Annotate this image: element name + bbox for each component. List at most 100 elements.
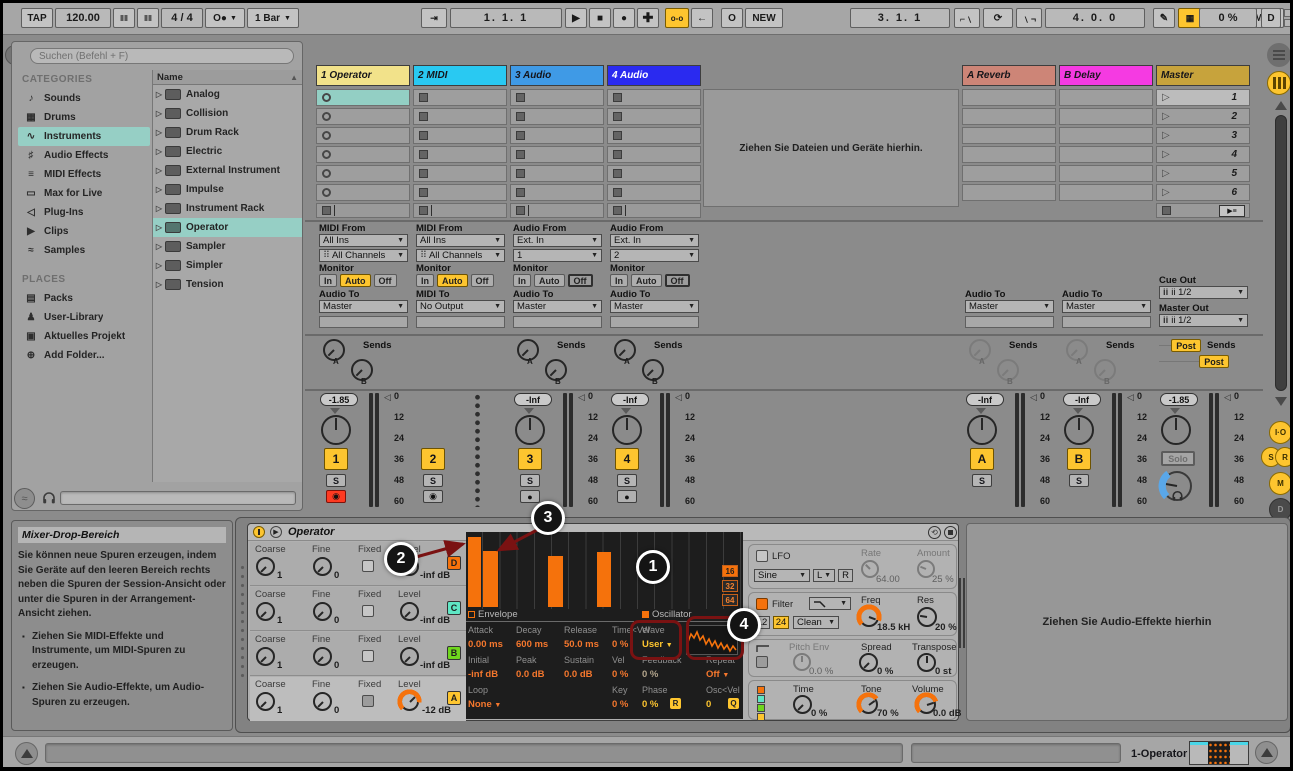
punch-in-button[interactable]: ⌐﹨ [954, 8, 980, 28]
monitor-switch[interactable]: InAutoOff [513, 274, 593, 287]
sidebar-category[interactable]: ∿Instruments [18, 127, 150, 146]
clip-slot-empty[interactable] [1059, 108, 1153, 125]
loop-menu[interactable]: None ▼ [468, 699, 501, 710]
sidebar-place[interactable]: ▤Packs [18, 289, 150, 308]
attack-field[interactable]: 0.00 ms [468, 639, 503, 650]
browser-item[interactable]: ▷Instrument Rack [153, 199, 302, 218]
partials-16-button[interactable]: 16 [722, 565, 738, 577]
clip-slot[interactable] [607, 89, 701, 106]
input-channel-menu[interactable]: ⠿All Channels▼ [416, 249, 505, 262]
nudge-up-button[interactable]: ‖‖ [137, 8, 159, 28]
return-activator[interactable]: A [970, 448, 994, 470]
monitor-switch[interactable]: InAutoOff [319, 274, 397, 287]
stop-button[interactable]: ■ [589, 8, 611, 28]
coarse-knob[interactable] [256, 692, 275, 711]
track-activator[interactable]: 4 [615, 448, 639, 470]
input-gain-slider[interactable] [1062, 316, 1151, 328]
lfo-dest-menu[interactable]: L▼ [813, 569, 835, 582]
time-signature-field[interactable]: 4 / 4 [161, 8, 203, 28]
osc-d-color-icon[interactable] [757, 686, 765, 694]
loop-length-field[interactable]: 4. 0. 0 [1045, 8, 1145, 28]
feedback-field[interactable]: 0 % [642, 669, 658, 680]
input-type-menu[interactable]: All Ins▼ [319, 234, 408, 247]
tap-tempo-button[interactable]: TAP [21, 8, 53, 28]
clip-stop-icon[interactable] [516, 131, 525, 140]
oscvel-field[interactable]: 0 [706, 699, 711, 710]
device-chain-thumbnail[interactable] [1189, 741, 1249, 765]
device-view-scrollbar[interactable] [959, 578, 965, 648]
partial-bar[interactable] [483, 551, 498, 607]
master-header[interactable]: Master [1156, 65, 1250, 86]
scene-slot[interactable]: ▷4 [1156, 146, 1250, 163]
scrollbar[interactable] [1275, 115, 1287, 391]
filter-type-menu[interactable]: ▼ [809, 597, 851, 610]
clip-slot[interactable] [413, 184, 507, 201]
quantize-button[interactable]: Q [728, 698, 739, 709]
retrigger-button[interactable]: R [670, 698, 681, 709]
show-mixer-toggle[interactable]: M [1269, 472, 1292, 495]
clip-stop-icon[interactable] [516, 150, 525, 159]
track-activator[interactable]: 1 [324, 448, 348, 470]
clip-slot[interactable] [607, 127, 701, 144]
save-preset-icon[interactable] [944, 526, 957, 539]
clip-slot[interactable] [413, 165, 507, 182]
partials-64-button[interactable]: 64 [722, 594, 738, 606]
lfo-checkbox[interactable] [756, 550, 768, 562]
clip-record-icon[interactable] [322, 112, 331, 121]
sidebar-category[interactable]: ◁Plug-Ins [18, 203, 150, 222]
scene-launch-icon[interactable]: ▷ [1162, 131, 1170, 141]
output-menu[interactable]: Master▼ [965, 300, 1054, 313]
master-out-menu[interactable]: iiii 1/2▼ [1159, 314, 1248, 327]
browser-list-header[interactable]: Name ▲ [153, 70, 302, 85]
clip-slot[interactable] [316, 165, 410, 182]
disclosure-triangle-icon[interactable]: ▷ [153, 90, 165, 99]
filter-freq-knob[interactable] [859, 607, 879, 627]
session-record-button[interactable]: o-o [665, 8, 689, 28]
volume-field[interactable]: -1.85 [320, 393, 358, 406]
loop-button[interactable]: ⟳ [983, 8, 1013, 28]
scene-launch-icon[interactable]: ▷ [1162, 150, 1170, 160]
clip-slot[interactable] [413, 108, 507, 125]
new-button[interactable]: NEW [745, 8, 783, 28]
clip-slot-empty[interactable] [962, 108, 1056, 125]
decay-field[interactable]: 600 ms [516, 639, 548, 650]
clip-slot[interactable] [607, 184, 701, 201]
coarse-knob[interactable] [256, 602, 275, 621]
clip-slot-empty[interactable] [962, 184, 1056, 201]
arm-button[interactable]: ◉ [326, 490, 346, 503]
scene-slot[interactable]: ▷5 [1156, 165, 1250, 182]
scene-slot[interactable]: ▷3 [1156, 127, 1250, 144]
clip-record-icon[interactable] [322, 93, 331, 102]
output-menu[interactable]: No Output▼ [416, 300, 505, 313]
key-field[interactable]: 0 % [612, 699, 628, 710]
repeat-menu[interactable]: Off ▼ [706, 669, 729, 680]
clip-slot[interactable] [510, 146, 604, 163]
level-knob[interactable] [400, 692, 419, 711]
filter-slope-24-button[interactable]: 24 [773, 616, 789, 629]
lfo-wave-menu[interactable]: Sine▼ [754, 569, 810, 582]
input-channel-menu[interactable]: ⠿All Channels▼ [319, 249, 408, 262]
track-header-midi[interactable]: 2 MIDI [413, 65, 507, 86]
clip-stop-icon[interactable] [613, 169, 622, 178]
hot-swap-mode-icon[interactable]: ≈ [14, 488, 35, 509]
clip-slot[interactable] [316, 108, 410, 125]
clip-record-icon[interactable] [322, 131, 331, 140]
browser-item[interactable]: ▷Analog [153, 85, 302, 104]
hamburger-menu-icon[interactable] [1267, 43, 1291, 67]
arrangement-record-button[interactable]: ● [613, 8, 635, 28]
pan-knob[interactable] [1161, 415, 1191, 445]
solo-button[interactable]: S [326, 474, 346, 487]
track-header-operator[interactable]: 1 Operator [316, 65, 410, 86]
osc-a-color-icon[interactable] [757, 713, 765, 721]
clip-slot[interactable] [316, 146, 410, 163]
audio-effects-drop-area[interactable]: Ziehen Sie Audio-Effekte hierhin [966, 523, 1288, 721]
volume-field[interactable]: -Inf [611, 393, 649, 406]
track-header-audio4[interactable]: 4 Audio [607, 65, 701, 86]
input-type-menu[interactable]: Ext. In▼ [513, 234, 602, 247]
osc-b-color-icon[interactable] [757, 704, 765, 712]
clip-stop-icon[interactable] [516, 112, 525, 121]
partials-32-button[interactable]: 32 [722, 580, 738, 592]
fixed-checkbox[interactable] [362, 605, 374, 617]
osc-c-badge[interactable]: C [447, 601, 461, 615]
clip-stop-icon[interactable] [613, 112, 622, 121]
